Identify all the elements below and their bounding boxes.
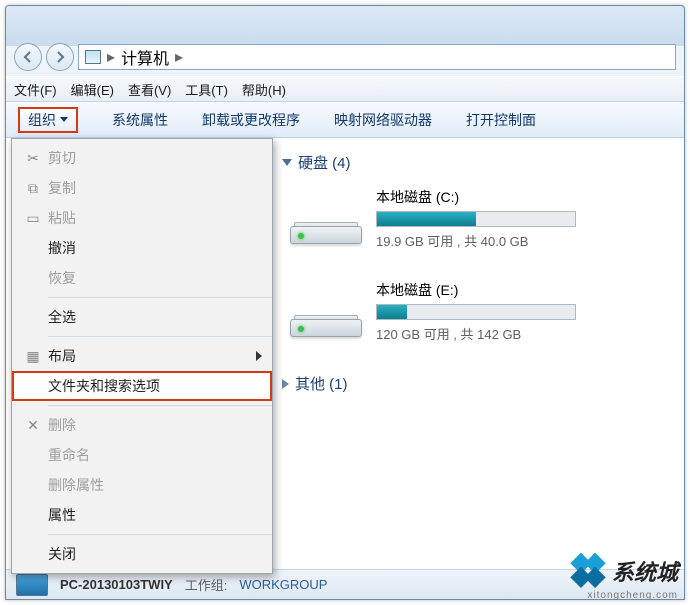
section-hdd[interactable]: 硬盘 (4): [282, 152, 674, 173]
menu-separator: [48, 336, 272, 337]
scissors-icon: ✂: [18, 150, 48, 167]
organize-menu: ✂剪切 ⧉复制 ▭粘贴 撤消 恢复 全选 ▦布局 文件夹和搜索选项 ✕删除 重命…: [11, 138, 273, 574]
hdd-icon: [290, 287, 362, 337]
status-workgroup: WORKGROUP: [239, 577, 327, 592]
back-button[interactable]: [14, 43, 42, 71]
toolbar-uninstall[interactable]: 卸载或更改程序: [202, 110, 300, 130]
drive-info: 本地磁盘 (C:) 19.9 GB 可用 , 共 40.0 GB: [376, 187, 576, 250]
menu-separator: [48, 405, 272, 406]
menu-separator: [48, 297, 272, 298]
breadcrumb-root[interactable]: 计算机: [121, 45, 169, 69]
expand-icon: [282, 379, 289, 389]
watermark: 系统城: [570, 553, 678, 589]
menu-delete[interactable]: ✕删除: [12, 410, 272, 440]
usage-bar: [376, 211, 576, 227]
status-pcname: PC-20130103TWIY: [60, 577, 173, 592]
menu-layout[interactable]: ▦布局: [12, 341, 272, 371]
drive-free: 19.9 GB 可用 , 共 40.0 GB: [376, 231, 576, 250]
toolbar: 组织 系统属性 卸载或更改程序 映射网络驱动器 打开控制面: [6, 102, 684, 138]
layout-icon: ▦: [18, 348, 48, 365]
submenu-arrow-icon: [256, 351, 262, 361]
toolbar-sysprops[interactable]: 系统属性: [112, 110, 168, 130]
menu-file[interactable]: 文件(F): [14, 80, 57, 99]
section-other[interactable]: 其他 (1): [282, 373, 674, 394]
menu-separator: [48, 534, 272, 535]
nav-row: ▸ 计算机 ▸: [6, 38, 684, 76]
collapse-icon: [282, 159, 292, 166]
usage-bar: [376, 304, 576, 320]
watermark-sub: xitongcheng.com: [587, 590, 678, 601]
menu-copy[interactable]: ⧉复制: [12, 173, 272, 203]
paste-icon: ▭: [18, 210, 48, 227]
drive-info: 本地磁盘 (E:) 120 GB 可用 , 共 142 GB: [376, 280, 576, 343]
section-other-label: 其他 (1): [295, 373, 348, 394]
drive-item[interactable]: 本地磁盘 (C:) 19.9 GB 可用 , 共 40.0 GB: [290, 187, 674, 250]
drive-name: 本地磁盘 (C:): [376, 187, 576, 207]
window-frame: ▸ 计算机 ▸ 文件(F) 编辑(E) 查看(V) 工具(T) 帮助(H) 组织…: [5, 5, 685, 600]
toolbar-mapdrive[interactable]: 映射网络驱动器: [334, 110, 432, 130]
menu-cut[interactable]: ✂剪切: [12, 143, 272, 173]
organize-label: 组织: [28, 110, 56, 130]
hdd-icon: [290, 194, 362, 244]
breadcrumb-sep-icon: ▸: [107, 47, 115, 67]
watermark-text: 系统城: [612, 555, 678, 587]
menu-edit[interactable]: 编辑(E): [71, 80, 114, 99]
menu-selectall[interactable]: 全选: [12, 302, 272, 332]
menu-view[interactable]: 查看(V): [128, 80, 171, 99]
section-hdd-label: 硬盘 (4): [298, 152, 351, 173]
drive-list: 硬盘 (4) 本地磁盘 (C:) 19.9 GB 可用 , 共 40.0 GB …: [272, 138, 684, 408]
address-bar[interactable]: ▸ 计算机 ▸: [78, 44, 676, 70]
menu-rename[interactable]: 重命名: [12, 440, 272, 470]
computer-icon: [16, 574, 48, 596]
menu-close[interactable]: 关闭: [12, 539, 272, 569]
menu-help[interactable]: 帮助(H): [242, 80, 286, 99]
menu-undo[interactable]: 撤消: [12, 233, 272, 263]
watermark-logo-icon: [563, 546, 614, 597]
menu-tools[interactable]: 工具(T): [185, 80, 228, 99]
copy-icon: ⧉: [18, 180, 48, 197]
status-workgroup-label: 工作组:: [185, 575, 228, 594]
menu-removeprops[interactable]: 删除属性: [12, 470, 272, 500]
menu-properties[interactable]: 属性: [12, 500, 272, 530]
menu-paste[interactable]: ▭粘贴: [12, 203, 272, 233]
drive-name: 本地磁盘 (E:): [376, 280, 576, 300]
menu-folder-options[interactable]: 文件夹和搜索选项: [12, 371, 272, 401]
drive-item[interactable]: 本地磁盘 (E:) 120 GB 可用 , 共 142 GB: [290, 280, 674, 343]
toolbar-controlpanel[interactable]: 打开控制面: [466, 110, 536, 130]
menu-redo[interactable]: 恢复: [12, 263, 272, 293]
forward-button[interactable]: [46, 43, 74, 71]
breadcrumb-sep-icon: ▸: [175, 47, 183, 67]
menu-bar: 文件(F) 编辑(E) 查看(V) 工具(T) 帮助(H): [6, 76, 684, 102]
delete-icon: ✕: [18, 417, 48, 434]
drive-free: 120 GB 可用 , 共 142 GB: [376, 324, 576, 343]
computer-icon: [85, 50, 101, 64]
chevron-down-icon: [60, 117, 68, 122]
organize-button[interactable]: 组织: [18, 107, 78, 133]
